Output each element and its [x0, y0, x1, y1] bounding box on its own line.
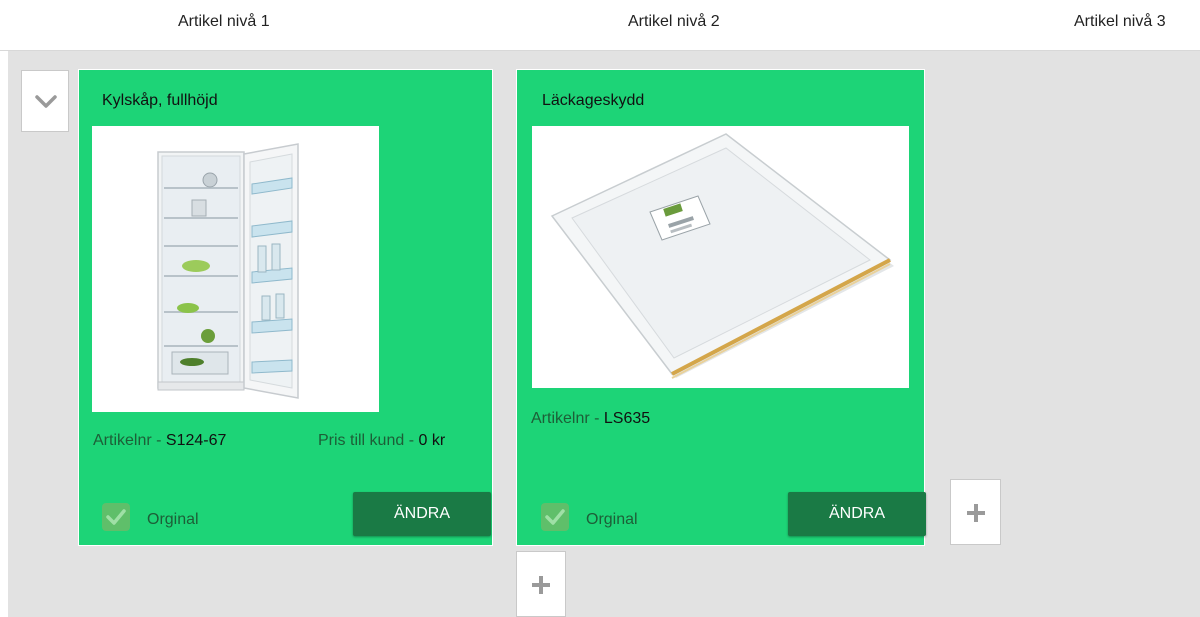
customer-price-value: 0 kr — [418, 432, 446, 449]
column-header-bar: Artikel nivå 1 Artikel nivå 2 Artikel ni… — [0, 0, 1200, 51]
article-title: Läckageskydd — [542, 92, 645, 109]
article-number-row: Artikelnr - LS635 — [531, 410, 650, 428]
plus-icon — [967, 504, 985, 522]
add-level-3-article-button[interactable] — [950, 479, 1001, 545]
original-label: Orginal — [586, 511, 638, 528]
customer-price-separator: - — [404, 432, 419, 449]
plus-icon — [532, 576, 550, 594]
edit-button[interactable]: ÄNDRA — [353, 492, 491, 536]
original-checkbox[interactable] — [102, 503, 130, 531]
customer-price-label: Pris till kund — [318, 432, 405, 449]
column-title-level-1: Artikel nivå 1 — [178, 13, 270, 30]
page: Artikel nivå 1 Artikel nivå 2 Artikel ni… — [0, 0, 1200, 617]
article-number-label: Artikelnr — [93, 432, 152, 449]
original-label: Orginal — [147, 511, 199, 528]
column-title-level-2: Artikel nivå 2 — [628, 13, 720, 30]
original-checkbox[interactable] — [541, 503, 569, 531]
leak-protection-tray-image — [532, 126, 909, 388]
article-card-level-2: Läckageskydd Artikelnr - LS635 Orginal Ä… — [516, 69, 926, 546]
checkmark-icon — [106, 509, 126, 525]
edit-button[interactable]: ÄNDRA — [788, 492, 926, 536]
article-number-value: S124-67 — [165, 432, 227, 449]
add-level-2-article-button[interactable] — [516, 551, 566, 617]
article-title: Kylskåp, fullhöjd — [102, 92, 218, 109]
refrigerator-image — [92, 126, 379, 412]
article-card-level-1: Kylskåp, fullhöjd Artikelnr - S124-67 Pr… — [78, 69, 493, 546]
article-number-separator: - — [151, 432, 166, 449]
article-number-label: Artikelnr — [531, 410, 590, 427]
checkmark-icon — [545, 509, 565, 525]
article-number-separator: - — [589, 410, 604, 427]
chevron-down-icon — [35, 95, 57, 108]
collapse-button[interactable] — [21, 70, 69, 132]
customer-price-row: Pris till kund - 0 kr — [318, 432, 445, 450]
article-number-row: Artikelnr - S124-67 — [93, 432, 226, 450]
column-title-level-3: Artikel nivå 3 — [1074, 13, 1166, 30]
article-number-value: LS635 — [603, 410, 651, 427]
